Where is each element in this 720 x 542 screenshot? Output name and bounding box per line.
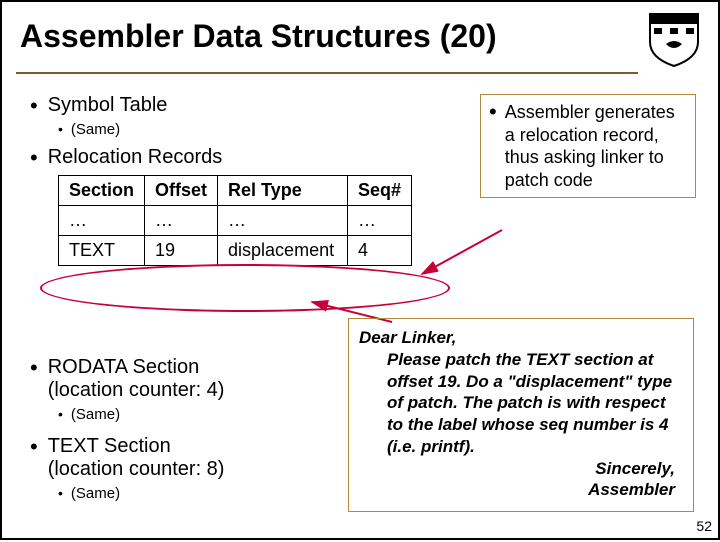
table-row: TEXT 19 displacement 4 <box>59 236 412 266</box>
table-header-row: Section Offset Rel Type Seq# <box>59 176 412 206</box>
slide: Assembler Data Structures (20) Symbol Ta… <box>0 0 720 540</box>
th-section: Section <box>59 176 145 206</box>
td: … <box>218 206 348 236</box>
callout-box: Assembler generates a relocation record,… <box>480 94 696 198</box>
th-seq: Seq# <box>348 176 412 206</box>
sub-bullet-text-same: (Same) <box>58 485 330 502</box>
th-reltype: Rel Type <box>218 176 348 206</box>
reloc-table: Section Offset Rel Type Seq# … … … … TEX… <box>58 175 412 266</box>
bullet-text: Symbol Table <box>48 94 168 117</box>
table-row: … … … … <box>59 206 412 236</box>
td: displacement <box>218 236 348 266</box>
sub-bullet-text: (Same) <box>71 121 120 138</box>
td: … <box>59 206 145 236</box>
letter-body: Please patch the TEXT section at offset … <box>359 349 683 458</box>
td: TEXT <box>59 236 145 266</box>
slide-title: Assembler Data Structures (20) <box>20 18 497 54</box>
lower-bullets: RODATA Section (location counter: 4) (Sa… <box>30 352 330 510</box>
callout-text: Assembler generates a relocation record,… <box>505 101 687 191</box>
bullet-text: RODATA Section (location counter: 4) <box>48 356 225 402</box>
td: … <box>348 206 412 236</box>
td: 4 <box>348 236 412 266</box>
bullet-text: TEXT Section (location counter: 8) <box>48 435 225 481</box>
td: 19 <box>145 236 218 266</box>
bullet-rodata: RODATA Section (location counter: 4) <box>30 356 330 402</box>
sub-bullet-rodata-same: (Same) <box>58 406 330 423</box>
title-bar: Assembler Data Structures (20) <box>16 14 638 74</box>
letter-sign2: Assembler <box>359 479 683 501</box>
sub-bullet-text: (Same) <box>71 485 120 502</box>
sub-bullet-text: (Same) <box>71 406 120 423</box>
bullet-text-section: TEXT Section (location counter: 8) <box>30 435 330 481</box>
th-offset: Offset <box>145 176 218 206</box>
page-number: 52 <box>696 518 712 534</box>
letter-box: Dear Linker, Please patch the TEXT secti… <box>348 318 694 512</box>
letter-greeting: Dear Linker, <box>359 327 683 349</box>
shield-logo <box>644 10 704 70</box>
td: … <box>145 206 218 236</box>
letter-sign1: Sincerely, <box>359 458 683 480</box>
bullet-text: Relocation Records <box>48 146 223 169</box>
